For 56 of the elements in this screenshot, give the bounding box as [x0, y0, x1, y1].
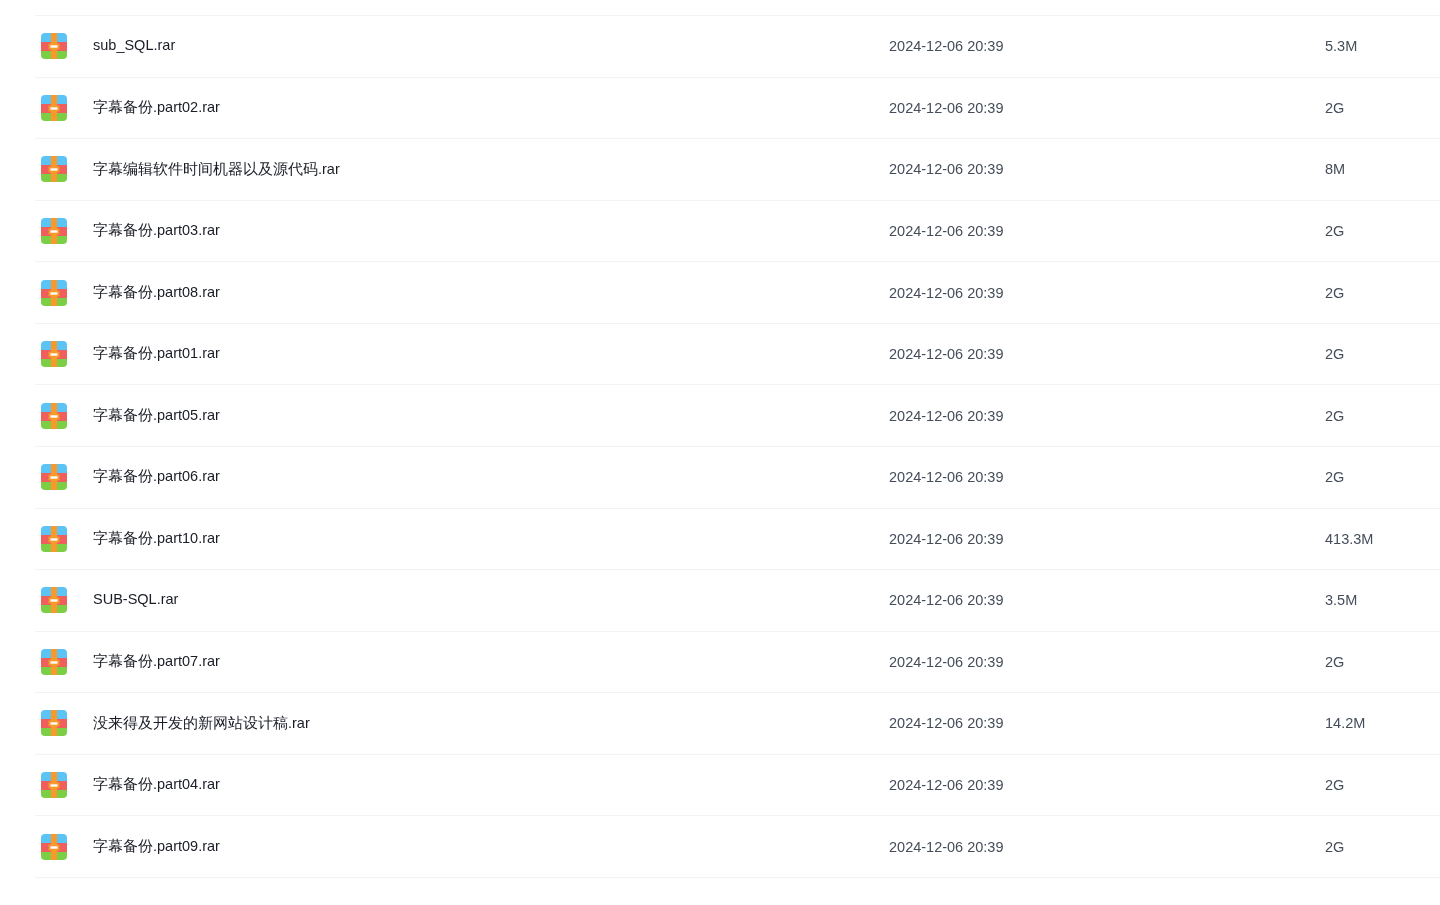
archive-icon: [41, 341, 67, 368]
archive-icon: [41, 33, 67, 60]
archive-icon: [41, 464, 67, 491]
archive-icon: [41, 279, 67, 306]
file-name[interactable]: 字幕备份.part05.rar: [93, 404, 220, 427]
file-name[interactable]: 字幕编辑软件时间机器以及源代码.rar: [93, 158, 340, 181]
archive-icon: [41, 156, 67, 183]
file-size: 2G: [1325, 222, 1345, 239]
file-name[interactable]: 字幕备份.part09.rar: [93, 835, 220, 858]
archive-icon: [41, 587, 67, 614]
file-name[interactable]: 字幕备份.part03.rar: [93, 220, 220, 242]
modified-date: 2024-12-06 20:39: [889, 777, 1004, 794]
modified-date: 2024-12-06 20:39: [889, 222, 1004, 239]
archive-icon: [41, 648, 67, 675]
file-name[interactable]: 没来得及开发的新网站设计稿.rar: [93, 712, 310, 735]
archive-icon: [41, 94, 67, 121]
modified-date: 2024-12-06 20:39: [889, 99, 1004, 116]
file-size: 2G: [1325, 407, 1345, 424]
modified-date: 2024-12-06 20:39: [889, 653, 1004, 670]
file-name[interactable]: 字幕备份.part08.rar: [93, 281, 220, 304]
modified-date: 2024-12-06 20:39: [889, 346, 1004, 363]
archive-icon: [41, 772, 67, 799]
modified-date: 2024-12-06 20:39: [889, 284, 1004, 301]
modified-date: 2024-12-06 20:39: [889, 469, 1004, 486]
file-name[interactable]: 字幕备份.part10.rar: [93, 527, 220, 550]
file-size: 5.3M: [1325, 38, 1358, 55]
archive-icon: [41, 525, 67, 552]
file-size: 8M: [1325, 161, 1346, 178]
archive-icon: [41, 217, 67, 244]
modified-date: 2024-12-06 20:39: [889, 38, 1004, 55]
file-name[interactable]: 字幕备份.part07.rar: [93, 651, 220, 673]
file-name[interactable]: 字幕备份.part01.rar: [93, 343, 220, 365]
file-size: 3.5M: [1325, 592, 1358, 609]
modified-date: 2024-12-06 20:39: [889, 838, 1004, 855]
file-size: 413.3M: [1325, 530, 1374, 547]
archive-icon: [41, 833, 67, 860]
file-name[interactable]: 字幕备份.part04.rar: [93, 774, 220, 796]
file-name[interactable]: sub_SQL.rar: [93, 35, 176, 58]
file-name[interactable]: 字幕备份.part02.rar: [93, 96, 220, 119]
file-size: 2G: [1325, 838, 1345, 855]
file-size: 2G: [1325, 469, 1345, 486]
file-size: 2G: [1325, 99, 1345, 116]
modified-date: 2024-12-06 20:39: [889, 715, 1004, 732]
modified-date: 2024-12-06 20:39: [889, 592, 1004, 609]
file-size: 14.2M: [1325, 715, 1366, 732]
file-name[interactable]: SUB-SQL.rar: [93, 589, 179, 612]
file-name[interactable]: 字幕备份.part06.rar: [93, 466, 220, 489]
modified-date: 2024-12-06 20:39: [889, 161, 1004, 178]
file-size: 2G: [1325, 653, 1345, 670]
file-size: 2G: [1325, 777, 1345, 794]
archive-icon: [41, 710, 67, 737]
archive-icon: [41, 402, 67, 429]
file-size: 2G: [1325, 346, 1345, 363]
file-size: 2G: [1325, 284, 1345, 301]
modified-date: 2024-12-06 20:39: [889, 407, 1004, 424]
modified-date: 2024-12-06 20:39: [889, 530, 1004, 547]
